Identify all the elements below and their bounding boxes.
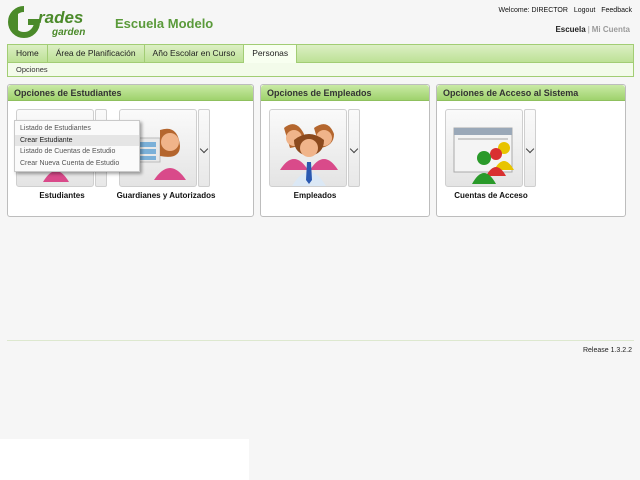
logo-subtext: garden xyxy=(51,27,85,38)
user-bar: Welcome: DIRECTOR Logout Feedback xyxy=(495,7,632,14)
chevron-down-icon xyxy=(349,144,359,154)
tab-home[interactable]: Home xyxy=(8,45,48,62)
students-label: Estudiantes xyxy=(39,191,85,200)
tab-area-planificacion[interactable]: Área de Planificación xyxy=(48,45,145,62)
footer-divider xyxy=(7,340,634,341)
panel-employees-title: Opciones de Empleados xyxy=(261,85,429,101)
menu-item-listado-estudiantes[interactable]: Listado de Estudiantes xyxy=(15,123,139,135)
panel-access: Opciones de Acceso al Sistema Cuentas de… xyxy=(436,84,626,217)
logout-link[interactable]: Logout xyxy=(574,7,595,14)
main-nav: Home Área de Planificación Año Escolar e… xyxy=(7,44,634,64)
access-accounts-tile[interactable] xyxy=(445,109,523,187)
subnav: Opciones xyxy=(7,63,634,77)
students-dropdown-menu: Listado de Estudiantes Crear Estudiante … xyxy=(14,120,140,172)
menu-item-crear-cuenta[interactable]: Crear Nueva Cuenta de Estudio xyxy=(15,158,139,170)
guardians-label: Guardianes y Autorizados xyxy=(116,191,216,200)
chevron-down-icon xyxy=(199,144,209,154)
feedback-link[interactable]: Feedback xyxy=(601,7,632,14)
access-accounts-icon xyxy=(453,127,514,184)
panel-employees: Opciones de Empleados Empleados xyxy=(260,84,430,217)
subtab-opciones[interactable]: Opciones xyxy=(16,65,48,74)
menu-item-crear-estudiante[interactable]: Crear Estudiante xyxy=(15,134,139,146)
panel-access-title: Opciones de Acceso al Sistema xyxy=(437,85,625,101)
menu-item-listado-cuentas[interactable]: Listado de Cuentas de Estudio xyxy=(15,146,139,158)
access-dropdown-button[interactable] xyxy=(524,109,536,187)
logo-text: rades xyxy=(38,8,83,27)
context-separator: | xyxy=(587,25,590,34)
context-switcher: Escuela | Mi Cuenta xyxy=(555,25,630,34)
chevron-down-icon xyxy=(525,144,535,154)
guardians-dropdown-button[interactable] xyxy=(198,109,210,187)
panel-students-title: Opciones de Estudiantes xyxy=(8,85,253,101)
welcome-text: Welcome: DIRECTOR xyxy=(498,7,568,14)
release-version: Release 1.3.2.2 xyxy=(582,347,632,354)
employees-icon xyxy=(280,124,338,186)
blank-area xyxy=(0,439,249,480)
employees-tile[interactable] xyxy=(269,109,347,187)
tab-ano-escolar[interactable]: Año Escolar en Curso xyxy=(145,45,245,62)
context-escuela[interactable]: Escuela xyxy=(555,25,585,34)
school-name: Escuela Modelo xyxy=(115,16,214,31)
access-accounts-label: Cuentas de Acceso xyxy=(454,191,528,200)
employees-dropdown-button[interactable] xyxy=(348,109,360,187)
employees-label: Empleados xyxy=(293,191,337,200)
tab-personas[interactable]: Personas xyxy=(244,45,298,64)
context-mi-cuenta[interactable]: Mi Cuenta xyxy=(592,25,630,34)
grades-garden-logo[interactable]: rades garden xyxy=(8,6,104,38)
